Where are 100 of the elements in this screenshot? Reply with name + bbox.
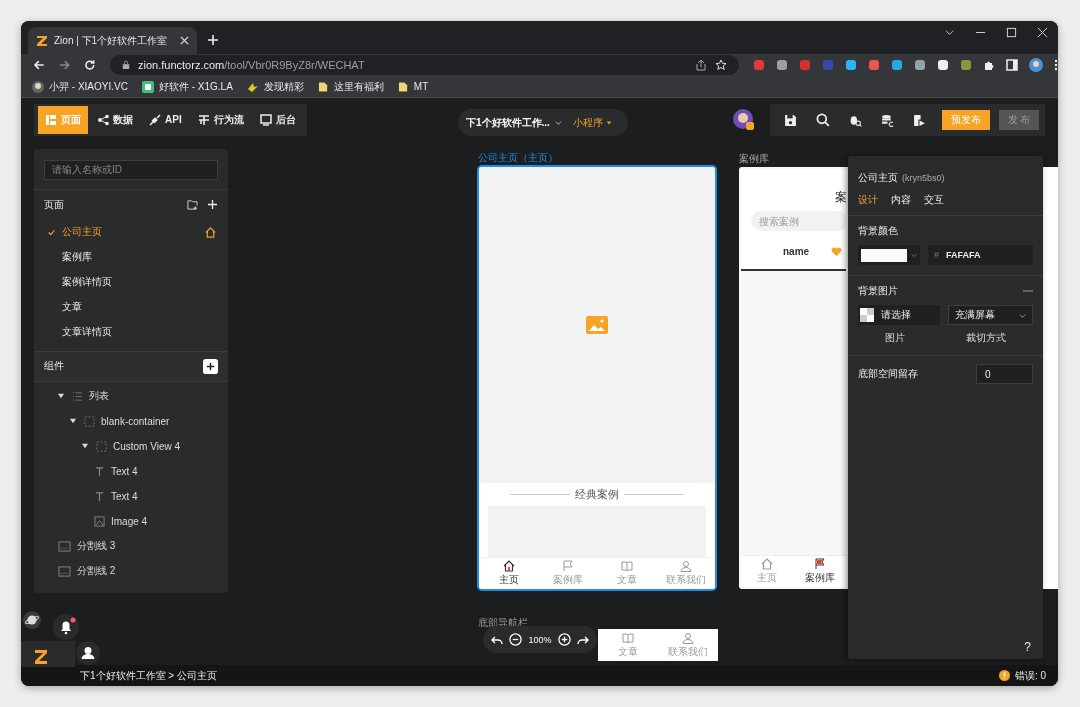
home-icon xyxy=(761,558,774,570)
fit-select[interactable]: 充满屏幕 xyxy=(948,305,1033,325)
extension-icon[interactable] xyxy=(845,59,857,71)
address-field[interactable]: zion.functorz.com/tool/Vbr0R9ByZ8r/WECHAT xyxy=(110,55,739,75)
folder-icon xyxy=(397,80,409,93)
flag-icon xyxy=(813,558,826,570)
bookmark-link[interactable]: 发现精彩 xyxy=(246,79,304,94)
star-icon[interactable] xyxy=(715,59,727,71)
bookmark-link[interactable]: MT xyxy=(397,80,429,93)
zoom-in-icon[interactable] xyxy=(557,633,571,646)
plus-icon[interactable] xyxy=(207,199,218,210)
caret-icon[interactable] xyxy=(82,443,88,449)
panel-tab[interactable]: 内容 xyxy=(891,193,911,215)
column-header: name xyxy=(783,246,810,257)
platform-selector[interactable]: 小程序 xyxy=(572,115,612,130)
add-button-icon[interactable] xyxy=(203,358,218,374)
plus-icon[interactable] xyxy=(207,34,219,46)
share-icon[interactable] xyxy=(695,59,707,71)
user-icon[interactable] xyxy=(76,641,100,665)
section-title: 组件 xyxy=(44,359,64,373)
person-icon xyxy=(679,560,692,572)
tree-item[interactable]: Image 4 xyxy=(34,508,228,534)
extension-icon[interactable] xyxy=(937,59,949,71)
folder-icon xyxy=(317,80,329,93)
bug-search-icon[interactable] xyxy=(849,113,862,127)
tree-item[interactable]: Text 4 xyxy=(34,458,228,484)
page-item[interactable]: 案例详情页 xyxy=(34,269,228,295)
lock-icon xyxy=(122,60,130,70)
phone-frame[interactable]: 案 搜索案例 name 主页 案例库 xyxy=(739,167,848,589)
section-title: 页面 xyxy=(44,197,64,212)
page-item[interactable]: 文章详情页 xyxy=(34,319,228,345)
caret-icon[interactable] xyxy=(58,393,64,399)
browser-tab[interactable]: Zion | 下1个好软件工作室 xyxy=(28,27,197,54)
planet-icon[interactable] xyxy=(23,611,41,629)
close-icon[interactable] xyxy=(1037,27,1048,38)
list-icon xyxy=(72,390,83,402)
page-item[interactable]: 公司主页 xyxy=(34,219,228,245)
caret-icon[interactable] xyxy=(70,418,76,424)
bell-icon[interactable] xyxy=(53,614,79,640)
project-selector[interactable]: 下1个好软件工作... 小程序 xyxy=(458,109,628,136)
chevron-down-icon[interactable] xyxy=(944,27,955,38)
extension-icon[interactable] xyxy=(914,59,926,71)
nav-tab[interactable]: 后台 xyxy=(252,105,303,134)
panel-title: 公司主页 xyxy=(858,171,898,185)
image-placeholder-icon xyxy=(586,316,608,334)
nav-tab[interactable]: API xyxy=(142,105,189,134)
nav-tab[interactable]: 数据 xyxy=(90,105,140,134)
file-play-icon[interactable] xyxy=(913,113,926,127)
tree-item[interactable]: Text 4 xyxy=(34,483,228,509)
avatar-icon[interactable] xyxy=(733,109,755,131)
tree-item[interactable]: 分割线 2 xyxy=(34,558,228,584)
extension-icon[interactable] xyxy=(891,59,903,71)
page-icon xyxy=(45,113,57,126)
forward-icon[interactable] xyxy=(58,59,71,71)
database-icon[interactable] xyxy=(881,113,894,127)
search-icon[interactable] xyxy=(816,113,830,127)
hex-value: FAFAFA xyxy=(946,250,981,260)
save-icon[interactable] xyxy=(784,113,797,127)
image-picker[interactable]: 请选择 xyxy=(858,305,940,325)
page-heading: 案 xyxy=(835,189,846,206)
image-icon xyxy=(94,515,105,527)
help-link[interactable]: ? xyxy=(1024,640,1031,654)
book-icon xyxy=(620,560,633,572)
avatar-icon[interactable] xyxy=(1029,58,1043,72)
panel-tab[interactable]: 设计 xyxy=(858,193,878,215)
tab-bar-item[interactable]: 案例库 xyxy=(793,556,846,587)
nav-tab[interactable]: 行为流 xyxy=(190,105,251,134)
sidebar-icon[interactable] xyxy=(1006,59,1018,71)
tab-bar-item[interactable]: 主页 xyxy=(479,558,538,589)
extension-icon[interactable] xyxy=(776,59,788,71)
page-item[interactable]: 文章 xyxy=(34,294,228,320)
hash-sign: # xyxy=(934,250,939,260)
reload-icon[interactable] xyxy=(84,59,96,71)
search-field[interactable]: 请输入名称或ID xyxy=(44,159,218,180)
field-label: 背景颜色 xyxy=(858,224,899,238)
person-icon xyxy=(682,631,694,644)
search-field[interactable]: 搜索案例 xyxy=(751,211,846,231)
hex-field[interactable]: # FAFAFA xyxy=(928,245,1033,265)
color-picker[interactable] xyxy=(858,245,920,265)
page-item[interactable]: 案例库 xyxy=(34,244,228,270)
back-icon[interactable] xyxy=(33,59,45,71)
logo-icon[interactable] xyxy=(21,641,75,667)
folder-add-icon[interactable] xyxy=(187,199,198,210)
tree-item[interactable]: blank-container xyxy=(34,408,228,434)
more-icon[interactable] xyxy=(1054,59,1058,71)
zoom-out-icon[interactable] xyxy=(509,633,523,646)
phone-frame[interactable]: 经典案例 主页 案例库 文章 联系我们 xyxy=(477,165,717,591)
number-field[interactable]: 0 xyxy=(976,364,1033,384)
tree-item[interactable]: Custom View 4 xyxy=(34,433,228,459)
puzzle-icon[interactable] xyxy=(983,59,995,71)
bookmark-link[interactable]: 这里有福利 xyxy=(317,79,384,94)
tree-item[interactable]: 分割线 3 xyxy=(34,533,228,559)
bookmark-link[interactable]: 小羿 - XIAOYI.VC xyxy=(32,79,128,94)
close-icon[interactable] xyxy=(180,36,189,45)
text-icon xyxy=(94,490,105,502)
maximize-icon[interactable] xyxy=(1006,27,1017,38)
panel-tab[interactable]: 交互 xyxy=(924,193,944,215)
tree-item[interactable]: 列表 xyxy=(34,383,228,409)
bookmark-link[interactable]: 好软件 - X1G.LA xyxy=(141,79,233,94)
project-name[interactable]: 下1个好软件工作... xyxy=(466,115,550,130)
